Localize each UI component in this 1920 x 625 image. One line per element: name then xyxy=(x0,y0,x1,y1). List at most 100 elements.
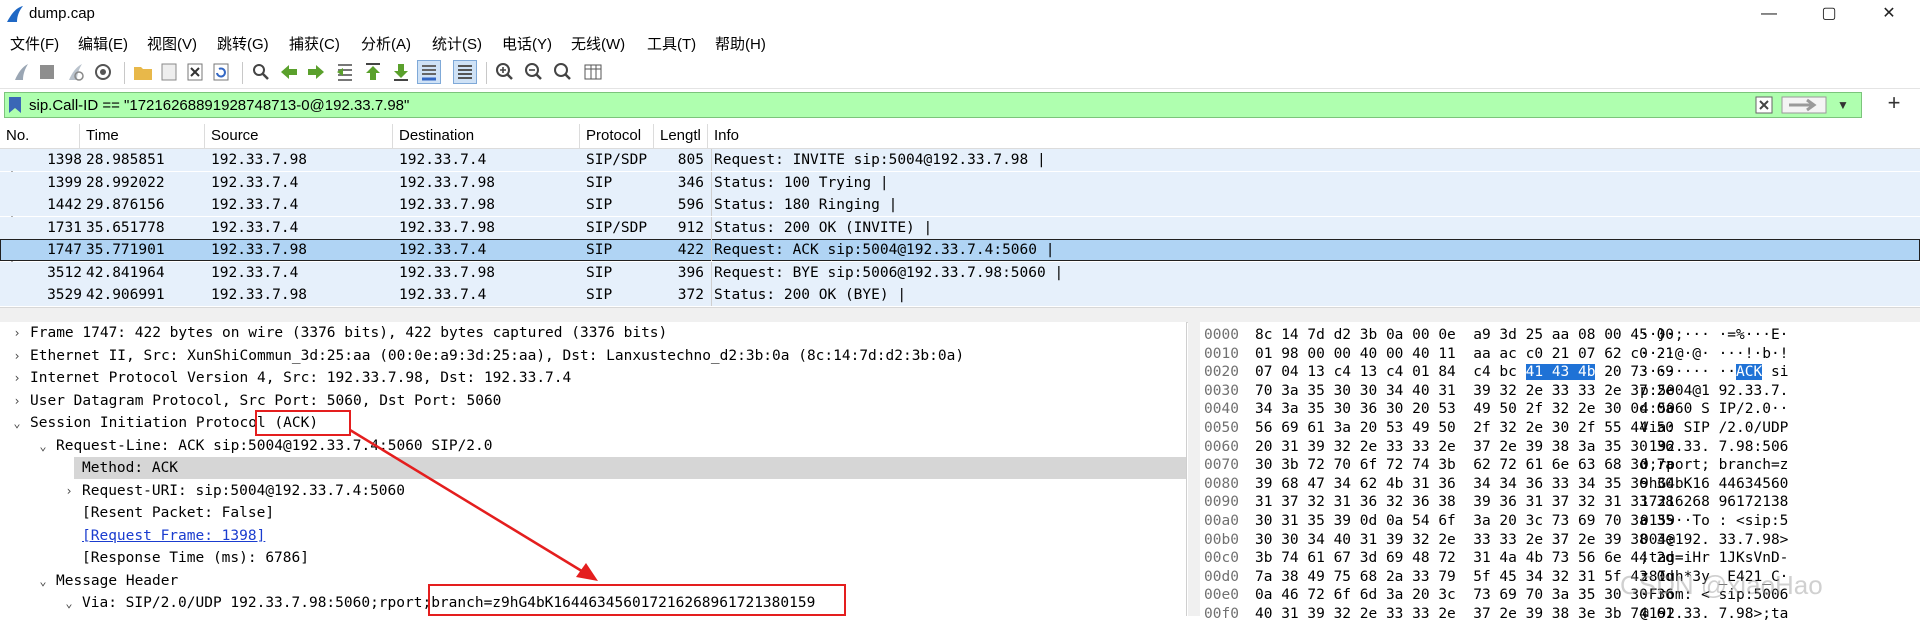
capture-options-icon[interactable] xyxy=(92,61,114,83)
hex-ascii[interactable]: @192.33. 7.98>;ta xyxy=(1640,603,1788,625)
add-filter-button[interactable]: + xyxy=(1880,92,1908,116)
detail-row[interactable]: › Frame 1747: 422 bytes on wire (3376 bit… xyxy=(0,322,1186,344)
bookmark-icon[interactable] xyxy=(8,96,22,114)
expand-chevron-icon[interactable]: › xyxy=(10,345,24,367)
start-capture-icon[interactable] xyxy=(10,61,32,83)
packet-row[interactable]: 3529 42.906991 192.33.7.98 192.33.7.4 SIP 372… xyxy=(0,284,1920,306)
packet-row[interactable]: 3512 42.841964 192.33.7.4 192.33.7.98 SIP 396… xyxy=(0,261,1920,284)
filter-history-dropdown[interactable]: ▼ xyxy=(1833,95,1853,115)
detail-text: [Response Time (ms): 6786] xyxy=(82,550,309,566)
go-back-icon[interactable] xyxy=(278,61,300,83)
save-file-icon[interactable] xyxy=(158,61,180,83)
collapse-chevron-icon[interactable]: ⌄ xyxy=(62,592,76,614)
menu-edit[interactable]: 编辑(E) xyxy=(78,33,128,54)
packet-protocol: SIP xyxy=(586,287,613,303)
hex-bytes[interactable]: 40 31 39 32 2e 33 33 2e 37 2e 39 38 3e 3… xyxy=(1255,603,1674,625)
find-packet-icon[interactable] xyxy=(250,61,272,83)
column-length[interactable]: Lengtl xyxy=(654,124,708,148)
expand-chevron-icon[interactable]: › xyxy=(10,367,24,389)
packet-source: 192.33.7.98 xyxy=(211,242,308,258)
menu-file[interactable]: 文件(F) xyxy=(10,33,59,54)
packet-row[interactable]: 1442 29.876156 192.33.7.4 192.33.7.98 SIP 596… xyxy=(0,194,1920,216)
packet-source: 192.33.7.4 xyxy=(211,197,299,213)
collapse-chevron-icon[interactable]: ⌄ xyxy=(36,435,50,457)
column-no[interactable]: No. xyxy=(0,124,80,148)
close-button[interactable]: ✕ xyxy=(1866,2,1912,26)
packet-time: 29.876156 xyxy=(86,197,165,213)
zoom-reset-icon[interactable] xyxy=(552,61,574,83)
menu-go[interactable]: 跳转(G) xyxy=(217,33,269,54)
packet-protocol: SIP/SDP xyxy=(586,219,648,236)
reload-file-icon[interactable] xyxy=(210,61,232,83)
packet-info: Status: 100 Trying | xyxy=(711,171,889,194)
packet-source: 192.33.7.4 xyxy=(211,264,299,281)
column-info[interactable]: Info xyxy=(708,124,1920,148)
display-filter-input[interactable] xyxy=(29,93,1749,117)
expand-chevron-icon[interactable]: › xyxy=(10,322,24,344)
menu-tools[interactable]: 工具(T) xyxy=(647,33,696,54)
maximize-button[interactable]: ▢ xyxy=(1806,2,1852,26)
packet-info: Request: BYE sip:5006@192.33.7.98:5060 | xyxy=(711,261,1063,284)
request-frame-link[interactable]: [Request Frame: 1398] xyxy=(82,525,265,547)
packet-source: 192.33.7.98 xyxy=(211,152,308,168)
clear-filter-icon[interactable] xyxy=(1755,96,1773,114)
detail-row[interactable]: › User Datagram Protocol, Src Port: 5060,… xyxy=(0,390,1186,412)
packet-row[interactable]: 1399 28.992022 192.33.7.4 192.33.7.98 SIP 346… xyxy=(0,171,1920,194)
hex-selected-bytes[interactable]: 41 43 4b xyxy=(1525,364,1596,381)
close-file-icon[interactable] xyxy=(184,61,206,83)
go-to-packet-icon[interactable] xyxy=(334,61,356,83)
packet-time: 42.841964 xyxy=(86,264,165,281)
detail-row[interactable]: › Internet Protocol Version 4, Src: 192.3… xyxy=(0,367,1186,389)
column-destination[interactable]: Destination xyxy=(393,124,580,148)
detail-text: Internet Protocol Version 4, Src: 192.33… xyxy=(30,370,572,386)
packet-source: 192.33.7.4 xyxy=(211,219,299,236)
menu-statistics[interactable]: 统计(S) xyxy=(432,33,482,54)
pane-splitter-vertical[interactable] xyxy=(1188,322,1200,616)
packet-source: 192.33.7.4 xyxy=(211,174,299,191)
zoom-in-icon[interactable] xyxy=(494,61,516,83)
packet-length: 805 xyxy=(677,152,704,168)
menu-analyze[interactable]: 分析(A) xyxy=(361,33,411,54)
minimize-button[interactable]: — xyxy=(1746,2,1792,26)
toolbar-separator xyxy=(242,62,243,84)
ascii-selected-bytes[interactable]: ACK xyxy=(1736,364,1763,381)
collapse-chevron-icon[interactable]: ⌄ xyxy=(10,412,24,434)
autoscroll-icon[interactable] xyxy=(417,60,441,84)
column-source[interactable]: Source xyxy=(205,124,393,148)
stop-capture-icon[interactable] xyxy=(36,61,58,83)
apply-filter-arrow-icon[interactable] xyxy=(1781,96,1827,114)
open-file-icon[interactable] xyxy=(132,61,154,83)
column-time[interactable]: Time xyxy=(80,124,205,148)
packet-row[interactable]: 1398 28.985851 192.33.7.98 192.33.7.4 SIP/SD… xyxy=(0,149,1920,171)
collapse-chevron-icon[interactable]: ⌄ xyxy=(36,570,50,592)
hex-offset[interactable]: 00f0 xyxy=(1204,603,1239,625)
packet-row[interactable]: 1747 35.771901 192.33.7.98 192.33.7.4 SIP 422… xyxy=(0,239,1920,261)
menu-capture[interactable]: 捕获(C) xyxy=(289,33,340,54)
window-title: dump.cap xyxy=(29,5,95,22)
packet-row[interactable]: 1731 35.651778 192.33.7.4 192.33.7.98 SIP/SD… xyxy=(0,216,1920,239)
detail-text: Method: ACK xyxy=(82,460,179,476)
packet-protocol: SIP xyxy=(586,242,613,258)
last-packet-icon[interactable] xyxy=(390,61,412,83)
detail-row[interactable]: Method: ACK xyxy=(74,457,1186,479)
menu-help[interactable]: 帮助(H) xyxy=(715,33,766,54)
packet-protocol: SIP xyxy=(586,174,613,191)
packet-list: 1398 28.985851 192.33.7.98 192.33.7.4 SIP/SD… xyxy=(0,149,1920,306)
expand-chevron-icon[interactable]: › xyxy=(10,390,24,412)
pane-splitter[interactable] xyxy=(0,307,1920,323)
detail-row[interactable]: › Ethernet II, Src: XunShiCommun_3d:25:aa… xyxy=(0,345,1186,367)
menu-telephony[interactable]: 电话(Y) xyxy=(502,33,552,54)
resize-columns-icon[interactable] xyxy=(582,61,604,83)
first-packet-icon[interactable] xyxy=(362,61,384,83)
packet-destination: 192.33.7.98 xyxy=(399,197,496,213)
title-bar: dump.cap — ▢ ✕ xyxy=(0,0,1920,28)
menu-view[interactable]: 视图(V) xyxy=(147,33,197,54)
colorize-icon[interactable] xyxy=(453,60,477,84)
restart-capture-icon[interactable] xyxy=(64,61,86,83)
menu-wireless[interactable]: 无线(W) xyxy=(571,33,625,54)
zoom-out-icon[interactable] xyxy=(523,61,545,83)
column-protocol[interactable]: Protocol xyxy=(580,124,654,148)
expand-chevron-icon[interactable]: › xyxy=(62,480,76,502)
go-forward-icon[interactable] xyxy=(305,61,327,83)
watermark: CSDN @xiaoHao xyxy=(1620,570,1823,600)
